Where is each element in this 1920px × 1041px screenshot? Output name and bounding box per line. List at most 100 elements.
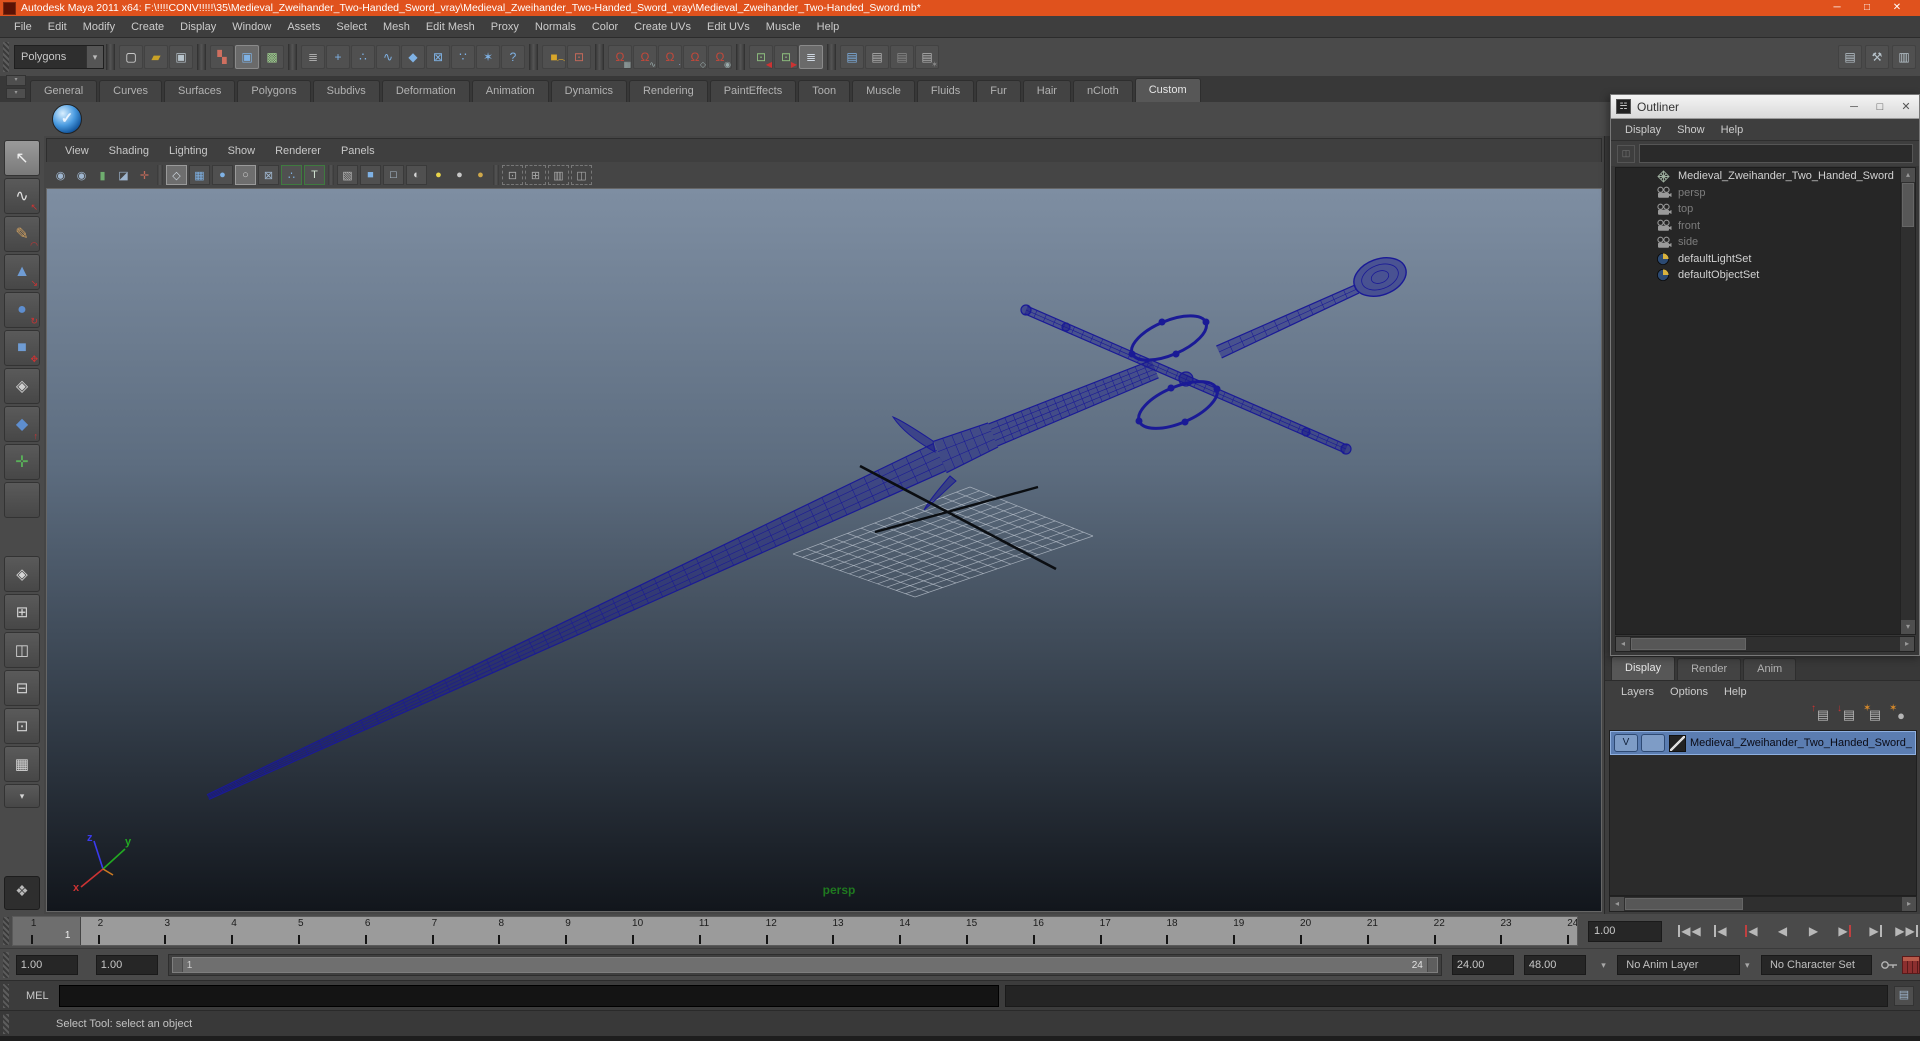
mask-surfaces-icon[interactable]: ◆ xyxy=(401,45,425,69)
layer-editor-tab-render[interactable]: Render xyxy=(1677,658,1742,680)
menu-create[interactable]: Create xyxy=(123,16,172,38)
panel-menu-shading[interactable]: Shading xyxy=(99,145,159,157)
outliner-menu-help[interactable]: Help xyxy=(1713,119,1752,141)
outliner-item-front[interactable]: front xyxy=(1616,218,1900,235)
output-connection-icon[interactable]: ⊡ ▶ xyxy=(774,45,798,69)
step-back-frame-button[interactable]: ◀ xyxy=(1707,920,1734,942)
render-view-icon[interactable]: ▤ xyxy=(840,45,864,69)
shelf-tab-fluids[interactable]: Fluids xyxy=(916,80,975,102)
outliner-title-bar[interactable]: ☵ Outliner ─ □ ✕ xyxy=(1611,95,1919,119)
drag-handle[interactable] xyxy=(3,917,9,945)
default-material-icon[interactable]: ▧ xyxy=(337,165,358,185)
menu-window[interactable]: Window xyxy=(224,16,279,38)
menu-proxy[interactable]: Proxy xyxy=(483,16,527,38)
toolbar-divider[interactable] xyxy=(529,44,538,70)
drag-handle[interactable] xyxy=(3,984,9,1008)
lasso-tool[interactable]: ∿ ↖ xyxy=(4,178,40,214)
light-gold-icon[interactable]: ● xyxy=(471,166,490,184)
mask-handles-icon[interactable]: + xyxy=(326,45,350,69)
scroll-down-icon[interactable]: ▾ xyxy=(1901,620,1915,634)
layout-persp-graph-button[interactable]: ⊟ xyxy=(4,670,40,706)
light-yellow-icon[interactable]: ● xyxy=(429,166,448,184)
smooth-shade-icon[interactable]: ▦ xyxy=(189,165,210,185)
layer-name[interactable]: Medieval_Zweihander_Two_Handed_Sword_ xyxy=(1690,737,1912,749)
menu-assets[interactable]: Assets xyxy=(279,16,328,38)
mask-dynamics-icon[interactable]: ∵ xyxy=(451,45,475,69)
animation-start-field[interactable] xyxy=(15,955,78,975)
scroll-thumb[interactable] xyxy=(1631,638,1747,650)
menu-edit-mesh[interactable]: Edit Mesh xyxy=(418,16,483,38)
paint-select-tool[interactable]: ✎ ◠ xyxy=(4,216,40,252)
outliner-menu-show[interactable]: Show xyxy=(1669,119,1713,141)
scroll-right-icon[interactable]: ▸ xyxy=(1902,897,1916,911)
shelf-tab-deformation[interactable]: Deformation xyxy=(381,80,470,102)
move-layer-down-icon[interactable]: ▤ ↓ xyxy=(1837,703,1859,724)
toolbar-divider[interactable] xyxy=(197,44,206,70)
menu-set-dropdown[interactable]: Polygons ▾ xyxy=(14,45,104,69)
layer-editor-tab-display[interactable]: Display xyxy=(1611,656,1676,680)
drag-handle[interactable] xyxy=(3,952,9,978)
textured-mode-icon[interactable]: ⊠ xyxy=(258,165,279,185)
render-settings-icon[interactable]: ▤ ✶ xyxy=(915,45,939,69)
animation-preferences-icon[interactable] xyxy=(1901,956,1920,974)
drag-handle[interactable] xyxy=(3,41,9,73)
step-back-key-button[interactable]: ◀ xyxy=(1738,920,1765,942)
script-editor-icon[interactable]: ▤ xyxy=(1894,986,1914,1006)
current-frame-marker[interactable] xyxy=(12,917,81,945)
tool-settings-icon[interactable]: ⚒ xyxy=(1865,45,1889,69)
panel-menu-show[interactable]: Show xyxy=(218,145,266,157)
move-layer-up-icon[interactable]: ▤ ↑ xyxy=(1811,703,1833,724)
outliner-item-medieval_zweihander_two_handed_sword[interactable]: Medieval_Zweihander_Two_Handed_Sword xyxy=(1616,168,1900,185)
maximize-icon[interactable]: □ xyxy=(1852,0,1882,16)
rotate-tool[interactable]: ● ↻ xyxy=(4,292,40,328)
shelf-tab-painteffects[interactable]: PaintEffects xyxy=(709,80,797,102)
layout-hypershade-persp-button[interactable]: ⊡ xyxy=(4,708,40,744)
close-icon[interactable]: ✕ xyxy=(1893,100,1919,113)
range-slider-track[interactable]: 1 24 xyxy=(167,954,1442,976)
go-to-start-button[interactable]: ◀ ◀ xyxy=(1676,920,1703,942)
layout-multi-pane-button[interactable]: ▦ xyxy=(4,746,40,782)
open-scene-icon[interactable]: ▰ xyxy=(144,45,168,69)
scale-tool[interactable]: ■ ✥ xyxy=(4,330,40,366)
use-all-lights-icon[interactable]: ∴ xyxy=(281,165,302,185)
time-ruler[interactable]: 1 1 2 3 4 5 6 7 8 9 10 11 12 13 14 15 16 17 18 19 20 21 22 23 2… xyxy=(11,916,1578,946)
outliner-hscrollbar[interactable]: ◂ ▸ xyxy=(1615,636,1915,652)
cube-shade-icon[interactable]: ■ xyxy=(360,165,381,185)
filter-icon[interactable]: ◫ xyxy=(1617,144,1635,163)
vray-shelf-button[interactable]: ✓ xyxy=(52,104,82,134)
maximize-icon[interactable]: □ xyxy=(1867,101,1893,113)
save-scene-icon[interactable]: ▣ xyxy=(169,45,193,69)
menu-display[interactable]: Display xyxy=(172,16,224,38)
scroll-left-icon[interactable]: ◂ xyxy=(1610,897,1624,911)
step-forward-frame-button[interactable]: ▶ xyxy=(1862,920,1889,942)
shelf-tab-general[interactable]: General xyxy=(30,80,98,102)
range-slider-bar[interactable]: 1 24 xyxy=(171,957,1438,973)
scroll-up-icon[interactable]: ▴ xyxy=(1901,168,1915,182)
menu-select[interactable]: Select xyxy=(328,16,375,38)
toolbar-divider[interactable] xyxy=(827,44,836,70)
layer-visibility-toggle[interactable]: V xyxy=(1614,734,1638,752)
highlight-selection-icon[interactable]: ⊡ xyxy=(567,45,591,69)
playback-start-field[interactable] xyxy=(95,955,158,975)
minimize-icon[interactable]: ─ xyxy=(1822,0,1852,16)
shelf-tab-subdivs[interactable]: Subdivs xyxy=(312,80,380,102)
shelf-menu-icon[interactable]: ▾ xyxy=(6,88,26,99)
chevron-down-icon[interactable]: ▾ xyxy=(1740,957,1755,973)
shelf-tab-ncloth[interactable]: nCloth xyxy=(1072,80,1133,102)
shelf-tab-polygons[interactable]: Polygons xyxy=(237,80,311,102)
mask-rendering-icon[interactable]: ✶ xyxy=(476,45,500,69)
set-object-mask-icon[interactable]: ≣ xyxy=(301,45,325,69)
pick-camera-icon[interactable]: ◉ xyxy=(51,166,70,184)
select-by-hierarchy-icon[interactable]: ▚ xyxy=(210,45,234,69)
play-backwards-button[interactable]: ◀ xyxy=(1769,920,1796,942)
menu-create-uvs[interactable]: Create UVs xyxy=(626,16,699,38)
ipr-render-icon[interactable]: ▤ xyxy=(890,45,914,69)
wireframe-mode-icon[interactable]: ◇ xyxy=(166,165,187,185)
layout-layout-menu-button[interactable]: ▾ xyxy=(4,784,40,808)
snap-to-plane-icon[interactable]: Ω ◇ xyxy=(683,45,707,69)
layout-persp-outliner-button[interactable]: ◫ xyxy=(4,632,40,668)
resolution-gate-icon[interactable]: ◫ xyxy=(571,165,592,185)
layer-editor-menu-layers[interactable]: Layers xyxy=(1613,681,1662,703)
shelf-tab-rendering[interactable]: Rendering xyxy=(628,80,708,102)
snap-to-grid-icon[interactable]: Ω ▦ xyxy=(608,45,632,69)
